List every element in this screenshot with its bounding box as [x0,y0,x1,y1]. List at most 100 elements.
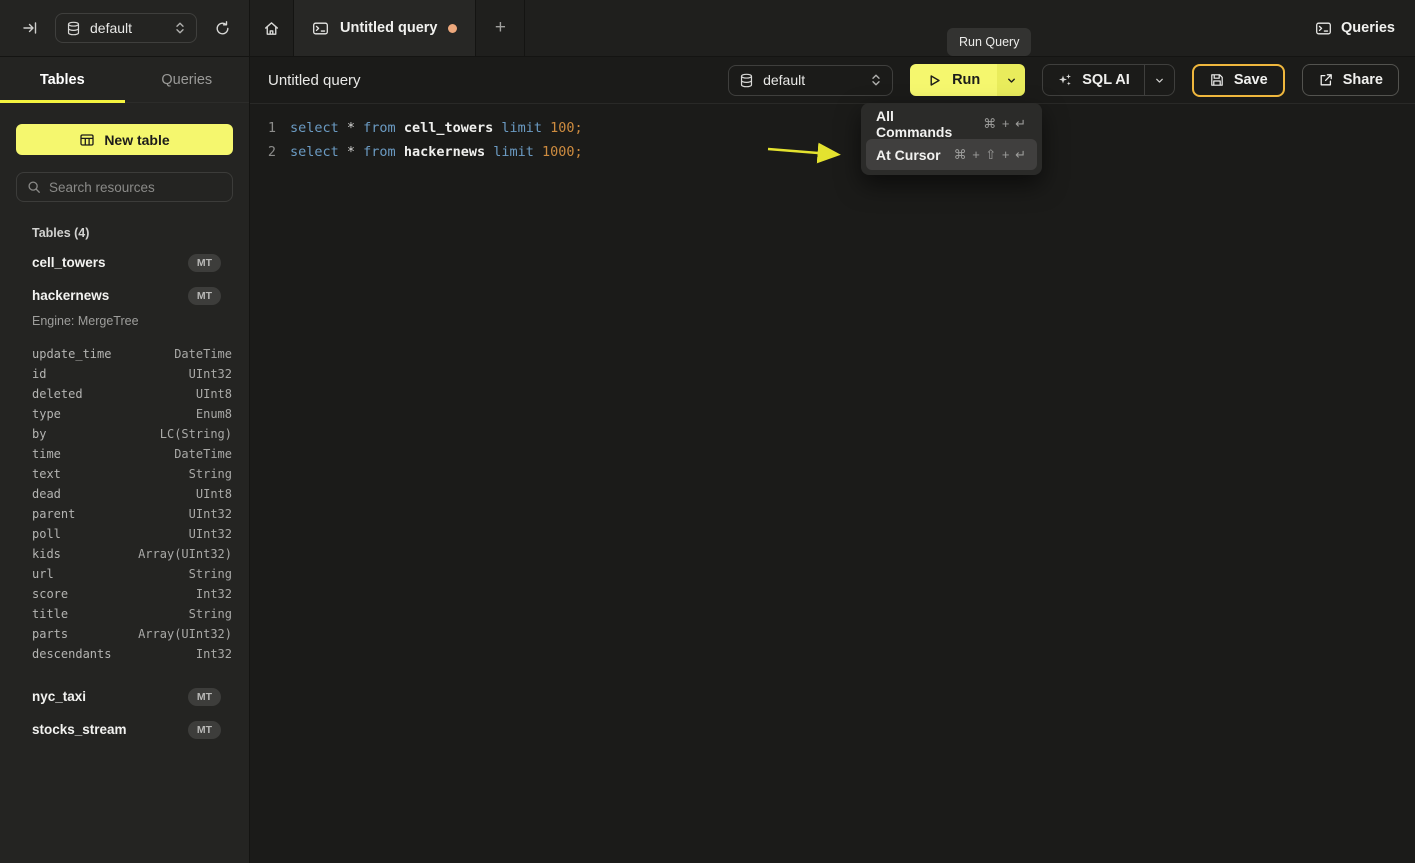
table-grid-icon [79,132,95,148]
save-button[interactable]: Save [1192,64,1285,97]
collapse-sidebar-button[interactable] [20,18,40,38]
column-type: Array(UInt32) [138,547,232,561]
save-button-label: Save [1234,72,1268,88]
terminal-icon [312,20,329,37]
run-button-label: Run [952,72,980,88]
toolbar-actions: default Run [728,64,1399,97]
tab-untitled-query[interactable]: Untitled query [294,0,476,56]
topbar: default Untitled query [0,0,1415,57]
column-type: String [189,607,232,621]
column-row: score Int32 [32,584,232,604]
column-type: UInt32 [189,507,232,521]
sql-editor[interactable]: 1 select * from cell_towers limit 100; 2… [250,104,1415,863]
column-type: UInt8 [196,487,232,501]
column-type: String [189,467,232,481]
column-name: parts [32,627,68,641]
search-box [16,172,233,202]
query-database-selector[interactable]: default [728,65,893,96]
column-name: update_time [32,347,111,361]
run-options-menu: All Commands ⌘ + ↵ At Cursor ⌘ + ⇧ + ↵ [861,103,1042,175]
code-text: select * from hackernews limit 1000; [290,144,583,160]
share-icon [1318,72,1334,88]
chevron-updown-icon [174,21,186,35]
column-row: title String [32,604,232,624]
column-name: id [32,367,46,381]
run-options-caret[interactable] [997,64,1025,96]
menu-item-at-cursor[interactable]: At Cursor ⌘ + ⇧ + ↵ [866,139,1037,170]
topbar-left: default [0,0,250,56]
column-name: by [32,427,46,441]
engine-badge: MT [188,287,221,305]
menu-item-shortcut: ⌘ + ⇧ + ↵ [954,147,1027,163]
column-name: dead [32,487,61,501]
body: Tables Queries New table Tables (4) cell… [0,57,1415,863]
line-number: 2 [262,144,276,160]
new-table-label: New table [104,132,169,148]
column-list: update_time DateTime id UInt32 deleted U… [32,344,232,664]
column-row: parts Array(UInt32) [32,624,232,644]
sql-console-app: default Untitled query [0,0,1415,863]
column-name: poll [32,527,61,541]
column-name: score [32,587,68,601]
column-row: text String [32,464,232,484]
sidebar-tab-queries[interactable]: Queries [125,57,250,102]
engine-badge: MT [188,688,221,706]
unsaved-changes-dot [448,24,457,33]
menu-item-shortcut: ⌘ + ↵ [983,116,1027,132]
query-database-value: default [763,72,861,88]
table-row-cell-towers[interactable]: cell_towers MT [32,246,221,279]
chevron-updown-icon [870,73,882,87]
column-type: String [189,567,232,581]
search-input[interactable] [49,180,226,195]
column-type: DateTime [174,447,232,461]
search-icon [27,180,41,194]
table-row-nyc-taxi[interactable]: nyc_taxi MT [32,680,221,713]
column-type: UInt8 [196,387,232,401]
column-row: time DateTime [32,444,232,464]
new-tab-button[interactable]: + [476,0,525,56]
database-selector-value: default [90,20,165,36]
column-name: text [32,467,61,481]
table-name: nyc_taxi [32,689,86,704]
table-name: hackernews [32,288,109,303]
column-type: Int32 [196,587,232,601]
run-button[interactable]: Run [910,64,997,96]
tables-section-title: Tables (4) [32,226,233,240]
sidebar: Tables Queries New table Tables (4) cell… [0,57,250,863]
column-type: Array(UInt32) [138,627,232,641]
main-panel: Untitled query default [250,57,1415,863]
code-line-1: 1 select * from cell_towers limit 100; [262,116,1415,140]
save-floppy-icon [1209,72,1225,88]
refresh-icon [214,20,231,37]
menu-item-label: All Commands [876,108,971,140]
home-icon [263,20,280,37]
sparkles-icon [1057,72,1073,88]
table-row-hackernews[interactable]: hackernews MT [32,279,221,312]
run-split-button[interactable]: Run [910,64,1025,96]
sidebar-tabs: Tables Queries [0,57,249,103]
home-tab-button[interactable] [250,0,294,56]
query-title: Untitled query [268,72,361,89]
sidebar-tab-tables[interactable]: Tables [0,57,125,102]
sql-ai-button[interactable]: SQL AI [1043,65,1144,95]
refresh-button[interactable] [212,18,233,39]
topbar-spacer [525,0,1295,56]
column-name: type [32,407,61,421]
sql-ai-caret[interactable] [1144,65,1174,95]
share-button[interactable]: Share [1302,64,1399,96]
column-type: Int32 [196,647,232,661]
menu-item-all-commands[interactable]: All Commands ⌘ + ↵ [866,108,1037,139]
column-row: url String [32,564,232,584]
table-name: stocks_stream [32,722,127,737]
queries-button[interactable]: Queries [1295,0,1415,56]
table-row-stocks-stream[interactable]: stocks_stream MT [32,713,221,746]
column-name: url [32,567,54,581]
column-row: poll UInt32 [32,524,232,544]
new-table-button[interactable]: New table [16,124,233,155]
database-icon [66,21,81,36]
chevron-down-icon [1154,75,1165,86]
database-selector[interactable]: default [55,13,197,43]
column-name: title [32,607,68,621]
column-type: UInt32 [189,527,232,541]
sql-ai-split-button[interactable]: SQL AI [1042,64,1175,96]
